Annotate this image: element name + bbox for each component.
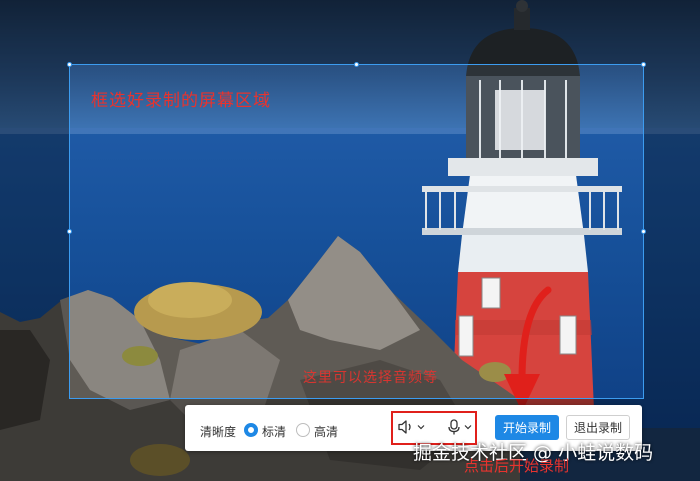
resize-handle-right[interactable] bbox=[641, 229, 646, 234]
audio-annotation: 这里可以选择音频等 bbox=[303, 370, 438, 386]
dim-overlay bbox=[0, 0, 700, 64]
microphone-icon bbox=[448, 419, 460, 435]
radio-high[interactable] bbox=[296, 423, 310, 437]
resize-handle-top-right[interactable] bbox=[641, 62, 646, 67]
radio-standard[interactable] bbox=[244, 423, 258, 437]
speaker-dropdown[interactable] bbox=[397, 416, 425, 438]
start-recording-button[interactable]: 开始录制 bbox=[495, 415, 559, 440]
exit-recording-button[interactable]: 退出录制 bbox=[566, 415, 630, 440]
selection-annotation: 框选好录制的屏幕区域 bbox=[91, 91, 271, 111]
quality-label: 清晰度 bbox=[200, 425, 237, 439]
option-standard-label: 标清 bbox=[262, 425, 287, 439]
resize-handle-top-left[interactable] bbox=[67, 62, 72, 67]
dim-overlay bbox=[644, 64, 700, 399]
microphone-dropdown[interactable] bbox=[446, 416, 472, 438]
dim-overlay bbox=[0, 64, 69, 399]
speaker-icon bbox=[398, 420, 411, 434]
click-hint-annotation: 点击后开始录制 bbox=[464, 457, 570, 475]
chevron-down-icon bbox=[417, 425, 425, 430]
chevron-down-icon bbox=[464, 425, 472, 430]
capture-region-selection[interactable] bbox=[69, 64, 644, 399]
resize-handle-left[interactable] bbox=[67, 229, 72, 234]
option-high-label: 高清 bbox=[314, 425, 339, 439]
resize-handle-top[interactable] bbox=[354, 62, 359, 67]
